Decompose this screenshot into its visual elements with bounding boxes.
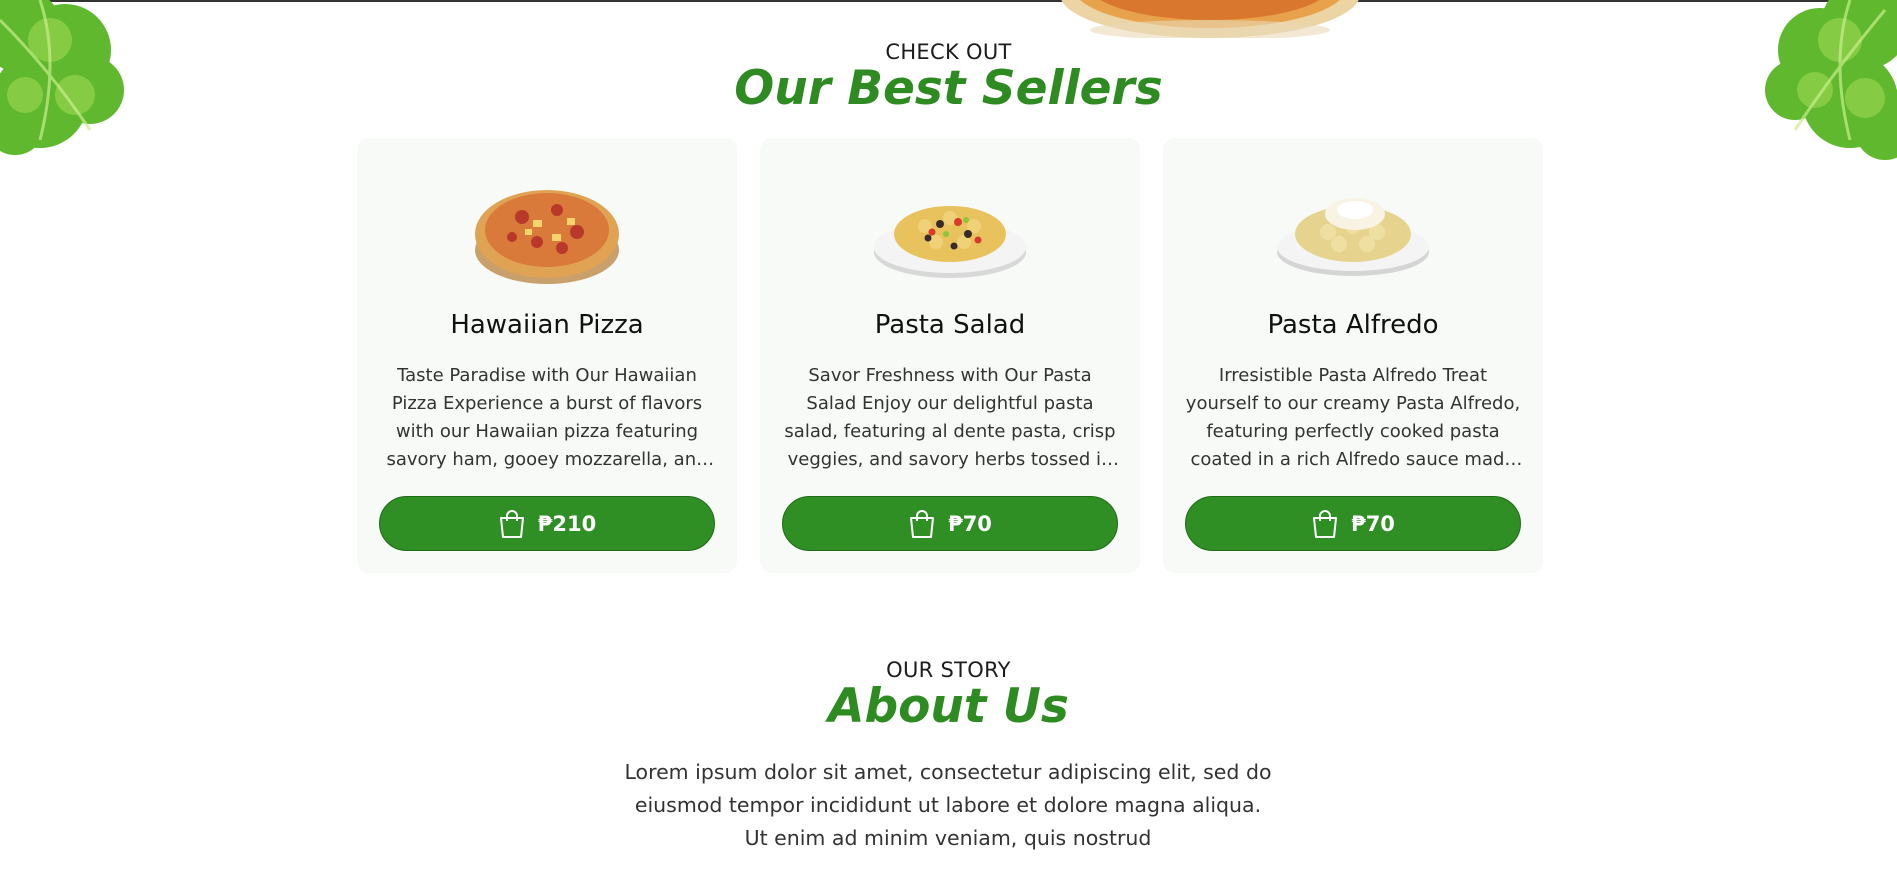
product-name: Pasta Alfredo bbox=[1267, 310, 1439, 340]
pizza-image bbox=[475, 190, 619, 284]
shopping-bag-icon bbox=[910, 509, 935, 538]
top-border bbox=[0, 0, 1897, 2]
about-body: Lorem ipsum dolor sit amet, consectetur … bbox=[548, 756, 1348, 855]
product-description: Taste Paradise with Our Hawaiian Pizza E… bbox=[386, 365, 708, 470]
shopping-bag-icon bbox=[1313, 509, 1338, 538]
best-sellers-title: Our Best Sellers bbox=[734, 61, 1163, 116]
about-title: About Us bbox=[828, 679, 1069, 734]
about-line: eiusmod tempor incididunt ut labore et d… bbox=[634, 793, 1262, 817]
product-price: ₱70 bbox=[948, 511, 992, 536]
about-line: Lorem ipsum dolor sit amet, consectetur … bbox=[624, 760, 1272, 784]
product-card: Pasta Salad Savor Freshness with Our Pas… bbox=[760, 138, 1140, 573]
product-name: Pasta Salad bbox=[874, 310, 1026, 340]
product-price: ₱70 bbox=[1351, 511, 1395, 536]
pasta-alfredo-image bbox=[1277, 198, 1429, 276]
pasta-salad-image bbox=[874, 206, 1026, 278]
product-price: ₱210 bbox=[537, 511, 597, 536]
add-to-cart-button[interactable]: ₱70 bbox=[782, 496, 1118, 551]
product-description: Irresistible Pasta Alfredo Treat yoursel… bbox=[1185, 365, 1521, 470]
hero-pizza-image bbox=[1061, 0, 1359, 38]
add-to-cart-button[interactable]: ₱210 bbox=[379, 496, 715, 551]
product-description: Savor Freshness with Our Pasta Salad Enj… bbox=[784, 365, 1116, 470]
best-sellers-heading: CHECK OUT Our Best Sellers bbox=[0, 40, 1897, 113]
about-line: Ut enim ad minim veniam, quis nostrud bbox=[744, 826, 1152, 850]
best-sellers-list: Hawaiian Pizza Taste Paradise with Our H… bbox=[357, 138, 1543, 573]
add-to-cart-button[interactable]: ₱70 bbox=[1185, 496, 1521, 551]
about-heading: OUR STORY About Us bbox=[0, 658, 1897, 731]
product-name: Hawaiian Pizza bbox=[450, 310, 644, 340]
shopping-bag-icon bbox=[499, 509, 524, 538]
product-card: Pasta Alfredo Irresistible Pasta Alfredo… bbox=[1163, 138, 1543, 573]
product-card: Hawaiian Pizza Taste Paradise with Our H… bbox=[357, 138, 737, 573]
